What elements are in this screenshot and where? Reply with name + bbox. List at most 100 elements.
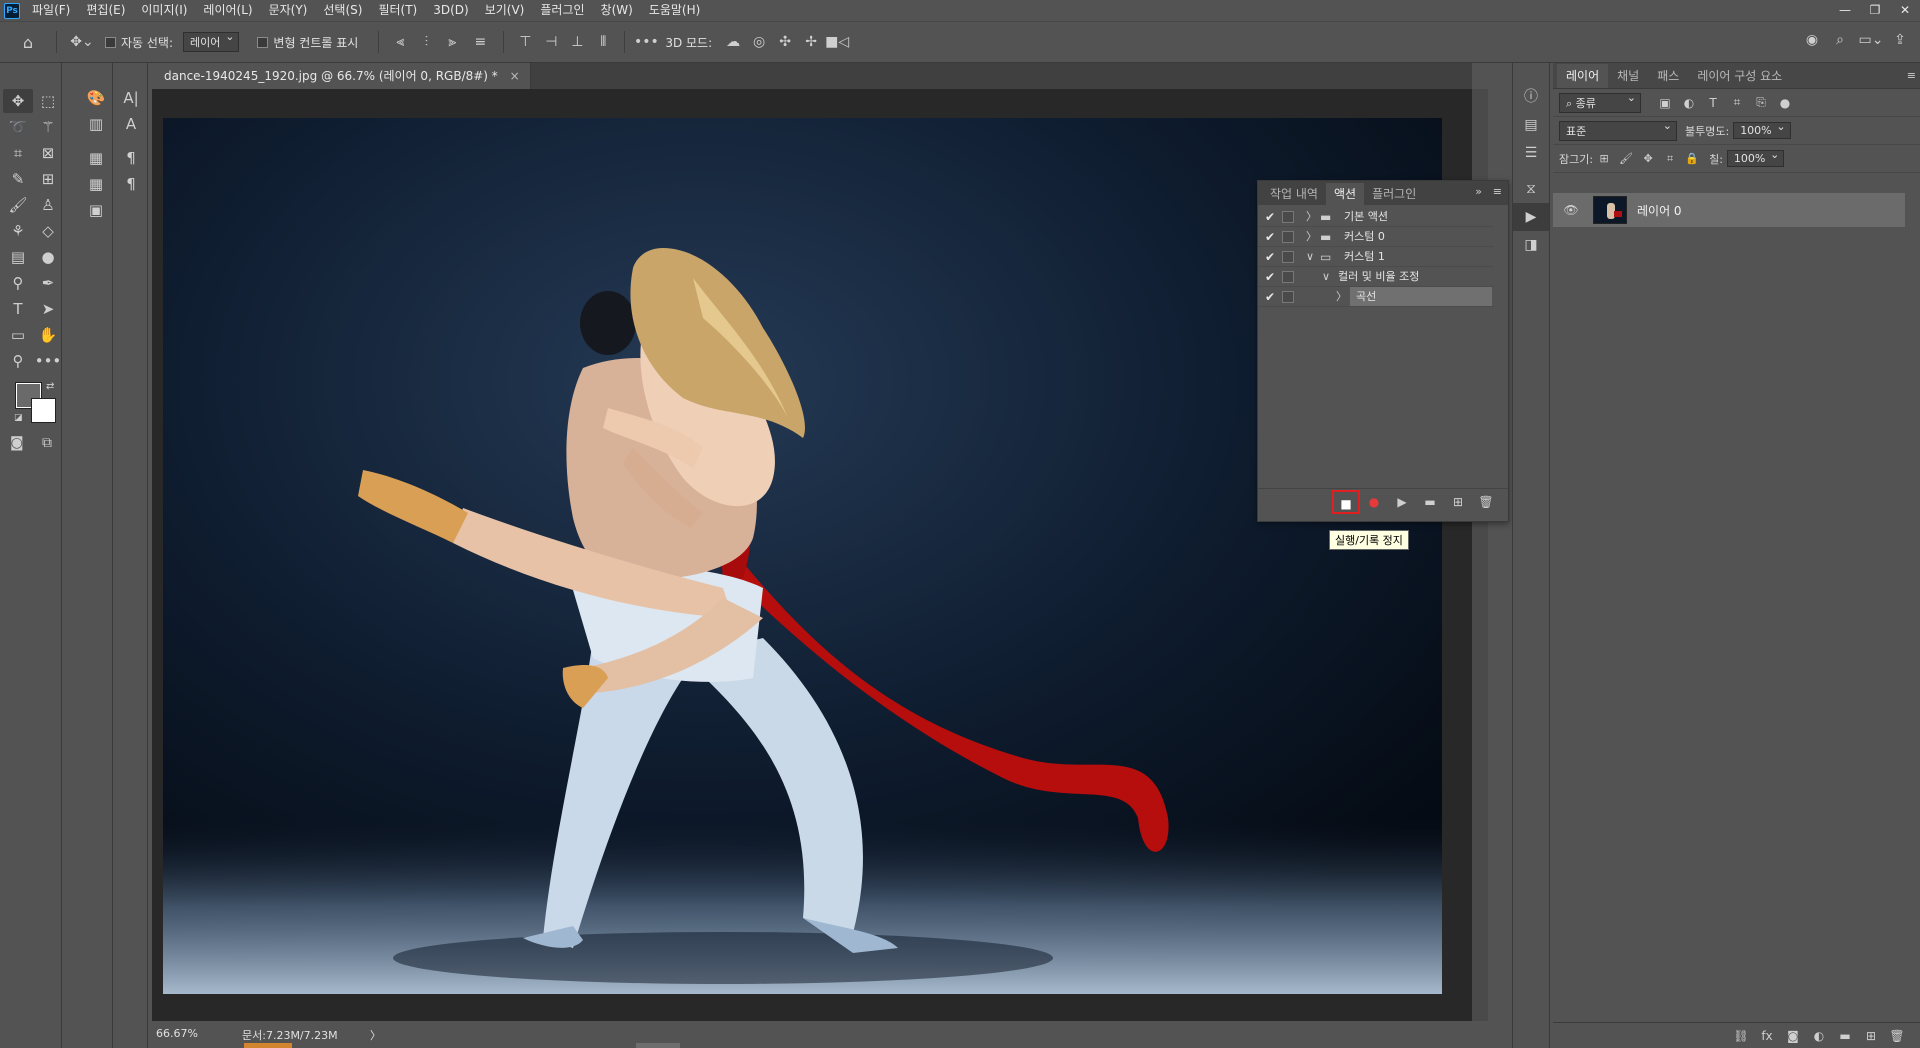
adjustments-panel-icon[interactable]: ☰	[1513, 139, 1549, 167]
menu-plugins[interactable]: 플러그인	[532, 0, 592, 21]
screen-mode-icon[interactable]: ⧉	[42, 435, 52, 451]
filter-shape-icon[interactable]: ⌗	[1725, 95, 1749, 110]
tab-plugins[interactable]: 플러그인	[1364, 183, 1424, 205]
blur-tool-icon[interactable]: ●	[33, 245, 63, 269]
new-group-icon[interactable]: ▬	[1832, 1029, 1858, 1043]
toggle-check[interactable]: ✔	[1262, 227, 1278, 247]
panel-menu-icon[interactable]: ≡	[1907, 64, 1916, 88]
filter-adjustment-icon[interactable]: ◐	[1677, 96, 1701, 110]
opacity-field[interactable]: 100%	[1733, 120, 1791, 139]
table-panel-icon[interactable]: ▦	[79, 145, 113, 171]
dialog-toggle[interactable]	[1282, 231, 1294, 243]
tab-actions[interactable]: 액션	[1325, 183, 1365, 205]
play-icon[interactable]: ▶	[1388, 490, 1416, 514]
align-vcenter-icon[interactable]: ⊣	[538, 34, 564, 50]
history-brush-icon[interactable]: ⚘	[3, 219, 33, 243]
info-panel-icon[interactable]: ⓘ	[1513, 83, 1549, 111]
3d-camera-icon[interactable]: ■◁	[824, 34, 850, 50]
expand-arrow-icon[interactable]: 〉	[1336, 287, 1347, 307]
patch-tool-icon[interactable]: ⊞	[33, 167, 63, 191]
brush-tool-icon[interactable]: 🖌	[3, 193, 33, 217]
transform-controls-option[interactable]: 변형 컨트롤 표시	[257, 34, 358, 51]
layer-style-icon[interactable]: fx	[1754, 1029, 1780, 1043]
layer-filter-dropdown[interactable]: ⌕ 종류	[1559, 91, 1641, 113]
hand-tool-icon[interactable]: ✋	[33, 323, 63, 347]
status-menu-arrow[interactable]: 〉	[370, 1027, 381, 1043]
search-icon[interactable]: ⌕	[1826, 32, 1854, 48]
align-bottom-icon[interactable]: ⊥	[564, 34, 590, 50]
swap-colors-icon[interactable]: ⇄	[46, 381, 54, 392]
3d-orbit-icon[interactable]: ☁	[720, 34, 746, 50]
filter-toggle-icon[interactable]: ●	[1773, 96, 1797, 110]
properties-panel-icon[interactable]: ▤	[1513, 111, 1549, 139]
marquee-tool-icon[interactable]: ⬚	[33, 89, 63, 113]
layer-row[interactable]: 👁 레이어 0	[1553, 193, 1905, 227]
paragraph-panel-icon[interactable]: ¶	[114, 145, 148, 171]
frame-tool-icon[interactable]: ⊠	[33, 141, 63, 165]
tab-paths[interactable]: 패스	[1648, 64, 1688, 88]
document-tab[interactable]: dance-1940245_1920.jpg @ 66.7% (레이어 0, R…	[152, 63, 531, 89]
action-step-row[interactable]: ✔ 〉 곡선	[1258, 287, 1494, 307]
background-color[interactable]	[31, 398, 56, 423]
record-icon[interactable]: ●	[1360, 490, 1388, 514]
menu-view[interactable]: 보기(V)	[477, 0, 533, 21]
toggle-check[interactable]: ✔	[1262, 267, 1278, 287]
quick-mask-icon[interactable]: ◙	[10, 435, 24, 451]
tab-history[interactable]: 작업 내역	[1262, 183, 1326, 205]
document-image[interactable]	[163, 118, 1442, 994]
filter-type-icon[interactable]: T	[1701, 96, 1725, 110]
add-mask-icon[interactable]: ◙	[1780, 1029, 1806, 1043]
collapse-arrow-icon[interactable]: ∨	[1306, 247, 1314, 267]
action-set-row[interactable]: ✔ 〉 ▬ 커스텀 0	[1258, 227, 1494, 247]
lock-image-icon[interactable]: 🖌	[1615, 152, 1637, 165]
pen-tool-icon[interactable]: ✒	[33, 271, 63, 295]
delete-icon[interactable]: 🗑	[1472, 490, 1500, 514]
filter-pixel-icon[interactable]: ▣	[1653, 96, 1677, 110]
paragraph-style-icon[interactable]: ¶	[114, 171, 148, 197]
auto-select-dropdown[interactable]: 레이어	[183, 30, 240, 52]
minimize-button[interactable]: —	[1830, 0, 1860, 21]
action-set-row[interactable]: ✔ ∨ ▭ 커스텀 1	[1258, 247, 1494, 267]
3d-pan-icon[interactable]: ✣	[772, 34, 798, 50]
menu-layer[interactable]: 레이어(L)	[195, 0, 260, 21]
blend-mode-dropdown[interactable]: 표준	[1559, 119, 1677, 141]
menu-window[interactable]: 창(W)	[593, 0, 641, 21]
delete-layer-icon[interactable]: 🗑	[1884, 1029, 1910, 1043]
fill-field[interactable]: 100%	[1726, 148, 1785, 167]
toggle-check[interactable]: ✔	[1262, 247, 1278, 267]
panel-menu-icon[interactable]: ≡	[1493, 185, 1502, 198]
lock-all-icon[interactable]: 🔒	[1681, 152, 1703, 165]
default-colors-icon[interactable]: ◪	[14, 413, 23, 423]
auto-select-checkbox[interactable]	[105, 36, 116, 48]
swatches-panel-icon[interactable]: ▥	[79, 111, 113, 137]
restore-button[interactable]: ❐	[1860, 0, 1890, 21]
shape-tool-icon[interactable]: ▭	[3, 323, 33, 347]
gradient-tool-icon[interactable]: ▤	[3, 245, 33, 269]
eyedropper-icon[interactable]: ✎	[3, 167, 33, 191]
new-layer-icon[interactable]: ⊞	[1858, 1029, 1884, 1043]
stop-recording-icon[interactable]: ■	[1332, 489, 1360, 514]
layer-name[interactable]: 레이어 0	[1637, 202, 1682, 219]
transform-controls-checkbox[interactable]	[257, 36, 269, 48]
link-layers-icon[interactable]: ⛓	[1728, 1029, 1754, 1043]
actions-panel-icon[interactable]: ▶	[1513, 203, 1549, 231]
lock-position-icon[interactable]: ✥	[1637, 152, 1659, 165]
horizontal-scrollbar-thumb[interactable]	[636, 1043, 680, 1048]
workspace-icon[interactable]: ▭⌄	[1854, 32, 1888, 48]
collapse-arrow-icon[interactable]: ∨	[1322, 267, 1330, 287]
filter-smart-object-icon[interactable]: ⎘	[1749, 95, 1773, 110]
menu-image[interactable]: 이미지(I)	[133, 0, 195, 21]
align-hcenter-icon[interactable]: ⫶	[413, 34, 439, 50]
3d-roll-icon[interactable]: ◎	[746, 34, 772, 50]
menu-3d[interactable]: 3D(D)	[425, 0, 476, 21]
toggle-check[interactable]: ✔	[1262, 207, 1278, 227]
menu-edit[interactable]: 편집(E)	[78, 0, 133, 21]
tab-layers[interactable]: 레이어	[1557, 64, 1609, 88]
new-set-folder-icon[interactable]: ▬	[1416, 490, 1444, 514]
3d-slide-icon[interactable]: ✢	[798, 34, 824, 50]
character-panel-icon[interactable]: A|	[114, 85, 148, 111]
history-panel-icon[interactable]: ⧖	[1513, 175, 1549, 203]
color-panel-icon[interactable]: 🎨	[79, 85, 113, 111]
expand-arrow-icon[interactable]: 〉	[1306, 227, 1317, 247]
adjustment-layer-icon[interactable]: ◐	[1806, 1029, 1832, 1043]
